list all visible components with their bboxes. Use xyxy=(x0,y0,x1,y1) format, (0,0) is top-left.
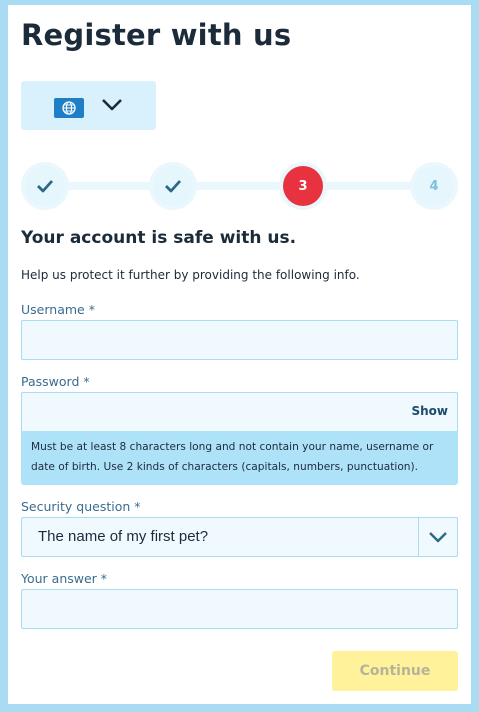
checkmark-icon xyxy=(37,180,54,193)
checkmark-icon xyxy=(165,180,182,193)
step-4: 4 xyxy=(410,162,458,210)
password-input[interactable]: Show xyxy=(21,392,458,432)
chevron-down-icon xyxy=(428,530,448,544)
password-hint: Must be at least 8 characters long and n… xyxy=(21,431,458,485)
username-input[interactable] xyxy=(21,320,458,360)
intro-text: Help us protect it further by providing … xyxy=(21,268,360,282)
show-password-button[interactable]: Show xyxy=(411,404,448,418)
step-3: 3 xyxy=(279,162,327,210)
step-2 xyxy=(149,162,197,210)
password-label: Password * xyxy=(21,374,90,389)
continue-button[interactable]: Continue xyxy=(332,651,458,691)
progress-stepper: 3 4 xyxy=(21,162,458,212)
username-label: Username * xyxy=(21,302,95,317)
select-divider xyxy=(418,518,419,556)
answer-input[interactable] xyxy=(21,589,458,629)
language-selector-button[interactable] xyxy=(21,81,156,130)
answer-label: Your answer * xyxy=(21,571,108,586)
step-1 xyxy=(21,162,69,210)
security-question-value: The name of my first pet? xyxy=(38,528,209,545)
globe-icon xyxy=(54,98,84,118)
chevron-down-icon xyxy=(101,97,123,111)
security-question-label: Security question * xyxy=(21,499,141,514)
security-question-select[interactable]: The name of my first pet? xyxy=(21,517,458,557)
page-title: Register with us xyxy=(21,18,292,52)
stepper-track xyxy=(45,182,437,190)
step-4-label: 4 xyxy=(414,166,454,206)
step-3-label: 3 xyxy=(283,166,323,206)
section-heading: Your account is safe with us. xyxy=(21,228,297,248)
